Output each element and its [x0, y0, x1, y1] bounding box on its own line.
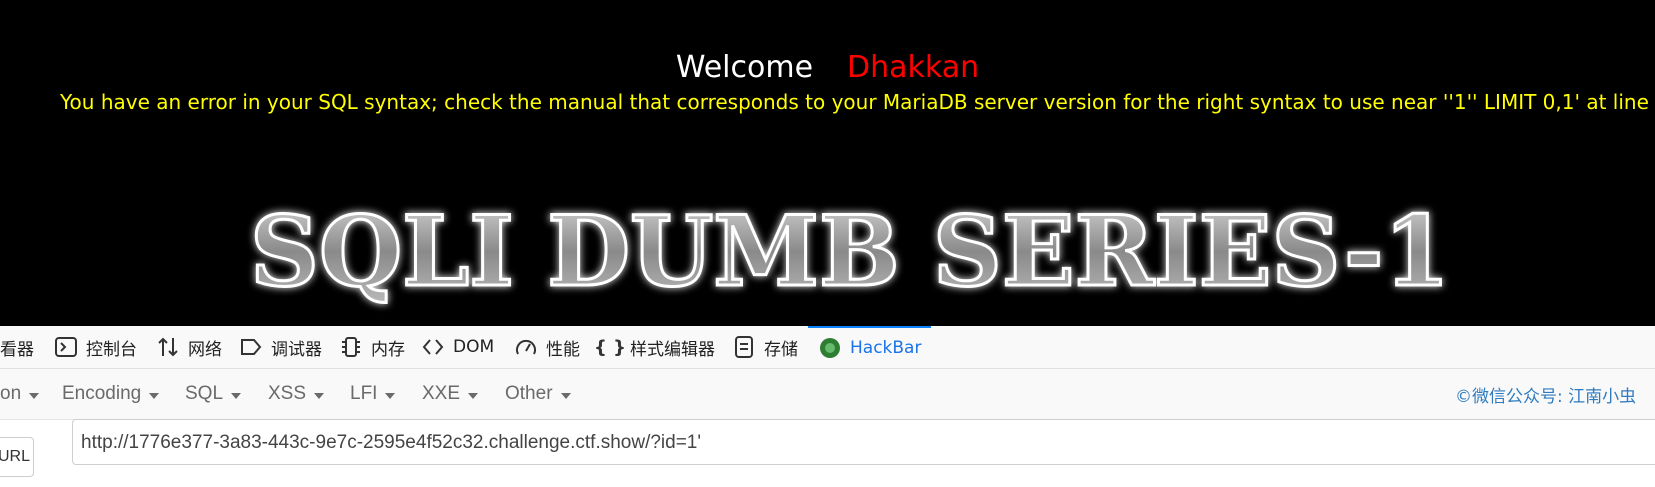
console-icon	[54, 335, 78, 359]
sqli-banner-image: SQLI DUMB SERIES-1	[249, 194, 1452, 310]
tab-storage-label: 存储	[764, 339, 798, 360]
menu-xxe-label: XXE	[422, 383, 461, 404]
tab-console[interactable]: 控制台	[54, 326, 137, 368]
chevron-down-icon	[385, 392, 396, 399]
chevron-down-icon	[231, 392, 242, 399]
tab-performance-label: 性能	[546, 339, 580, 360]
network-icon	[156, 335, 180, 359]
tab-hackbar[interactable]: HackBar	[808, 326, 932, 368]
tab-inspector[interactable]: 看器	[0, 326, 34, 368]
storage-icon	[732, 335, 756, 359]
tab-network-label: 网络	[188, 339, 222, 360]
tab-dom[interactable]: DOM	[421, 326, 494, 368]
menu-sql[interactable]: SQL	[185, 369, 242, 419]
devtools-tab-bar: 看器 控制台 网络 调试器 内存 DOM 性能 {} 样式编辑器 存储 Hac…	[0, 326, 1655, 369]
menu-other[interactable]: Other	[505, 369, 571, 419]
memory-icon	[339, 335, 363, 359]
tab-console-label: 控制台	[86, 339, 137, 360]
credit-text: ©微信公众号: 江南小虫	[1455, 386, 1637, 407]
menu-encryption[interactable]: on	[0, 369, 40, 419]
menu-encryption-label: on	[0, 383, 22, 404]
chevron-down-icon	[560, 392, 571, 399]
welcome-label: Welcome	[675, 50, 814, 85]
menu-encoding-label: Encoding	[62, 383, 142, 404]
tab-memory-label: 内存	[371, 339, 405, 360]
tab-storage[interactable]: 存储	[732, 326, 798, 368]
menu-lfi-label: LFI	[350, 383, 378, 404]
web-page: Welcome Dhakkan You have an error in your…	[0, 0, 1655, 326]
tab-debugger[interactable]: 调试器	[239, 326, 322, 368]
menu-encoding[interactable]: Encoding	[62, 369, 160, 419]
banner-text: SQLI DUMB SERIES-1	[250, 195, 1450, 308]
hackbar-menu-bar: on Encoding SQL XSS LFI XXE Other ©微信公众号…	[0, 369, 1655, 420]
chevron-down-icon	[314, 392, 325, 399]
tab-style-editor-label: 样式编辑器	[630, 339, 715, 360]
menu-xxe[interactable]: XXE	[422, 369, 479, 419]
menu-other-label: Other	[505, 383, 553, 404]
tab-inspector-label: 看器	[0, 339, 34, 360]
chevron-down-icon	[149, 392, 160, 399]
menu-sql-label: SQL	[185, 383, 224, 404]
sql-error-message: You have an error in your SQL syntax; ch…	[60, 90, 1655, 114]
welcome-line: Welcome Dhakkan	[0, 48, 1655, 88]
tab-network[interactable]: 网络	[156, 326, 222, 368]
style-editor-icon: { }	[594, 336, 626, 358]
menu-xss-label: XSS	[268, 383, 307, 404]
tab-debugger-label: 调试器	[271, 339, 322, 360]
tab-style-editor[interactable]: { } 样式编辑器	[594, 326, 715, 368]
dom-icon	[421, 335, 445, 359]
hackbar-icon	[818, 336, 842, 360]
menu-xss[interactable]: XSS	[268, 369, 325, 419]
tab-performance[interactable]: 性能	[514, 326, 580, 368]
chevron-down-icon	[29, 392, 40, 399]
load-url-button[interactable]: URL	[0, 437, 34, 477]
menu-lfi[interactable]: LFI	[350, 369, 396, 419]
url-input[interactable]: http://1776e377-3a83-443c-9e7c-2595e4f52…	[72, 419, 1655, 465]
chevron-down-icon	[468, 392, 479, 399]
tab-memory[interactable]: 内存	[339, 326, 405, 368]
tab-dom-label: DOM	[453, 337, 495, 357]
username: Dhakkan	[847, 50, 980, 85]
devtools-panel: 看器 控制台 网络 调试器 内存 DOM 性能 {} 样式编辑器 存储 Hac…	[0, 326, 1655, 487]
performance-icon	[514, 335, 538, 359]
tab-hackbar-label: HackBar	[850, 338, 922, 358]
debugger-icon	[239, 335, 263, 359]
